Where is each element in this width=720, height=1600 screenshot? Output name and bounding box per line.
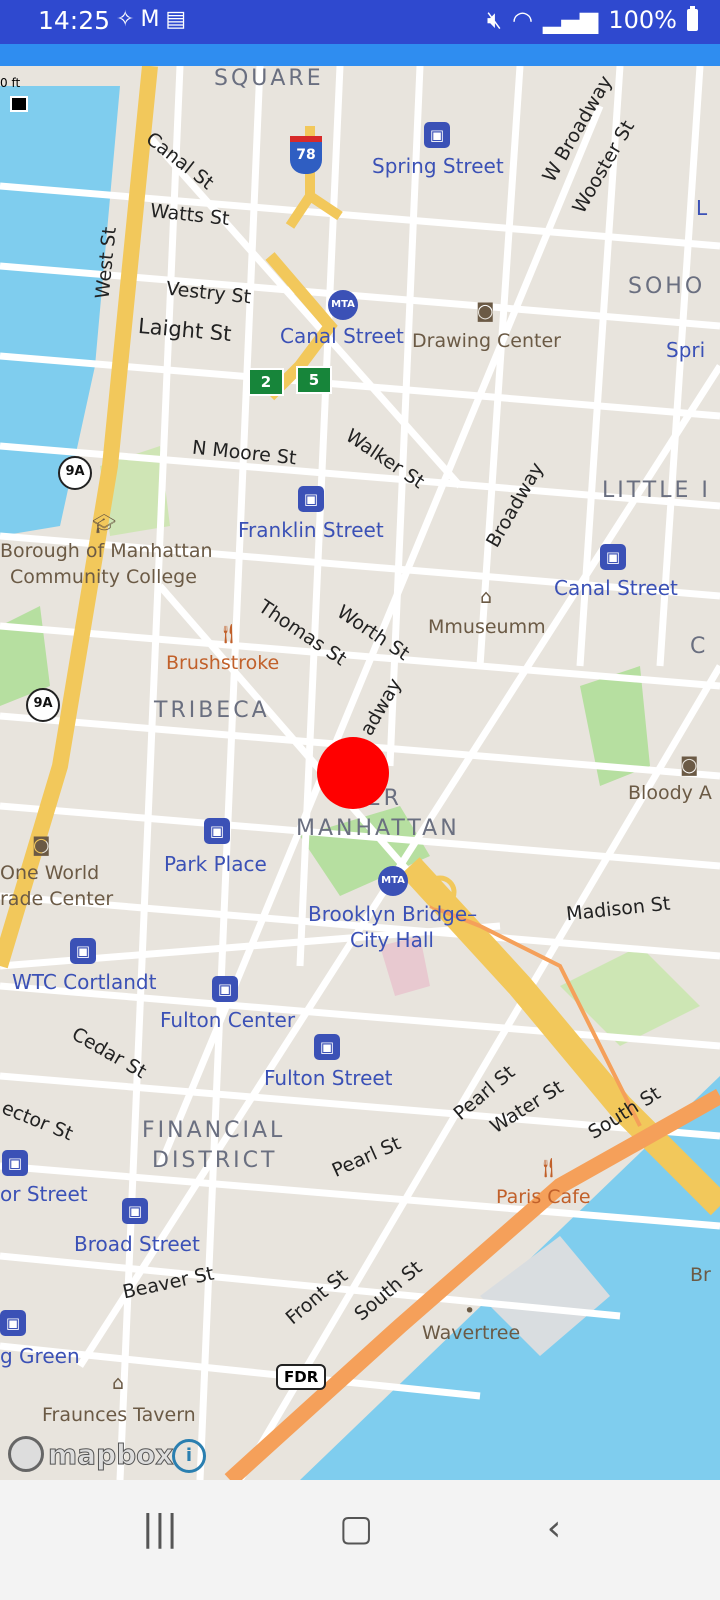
- station-label[interactable]: Broad Street: [74, 1232, 200, 1256]
- district-label: LITTLE I: [602, 478, 711, 503]
- attribution-info-button[interactable]: i: [172, 1439, 206, 1473]
- poi-label[interactable]: Mmuseumm: [428, 616, 546, 638]
- station-label[interactable]: City Hall: [350, 928, 434, 952]
- mta-icon[interactable]: MTA: [378, 866, 408, 896]
- school-icon: 🎓︎: [92, 513, 117, 535]
- status-right: 🔇︎ ◠ ▂▄▆ 100%: [487, 6, 698, 34]
- navigation-bar: ||| ▢ ‹: [0, 1480, 720, 1600]
- poi-label[interactable]: Fraunces Tavern: [42, 1404, 196, 1426]
- fdr-badge: FDR: [276, 1364, 327, 1390]
- museum-icon: ⌂: [112, 1372, 125, 1394]
- mute-icon: 🔇︎: [486, 6, 503, 34]
- scale-bar: [10, 96, 28, 112]
- subway-icon[interactable]: ▣: [314, 1034, 340, 1060]
- poi-label[interactable]: Bloody A: [628, 782, 712, 804]
- route-9a-badge: 9A: [26, 688, 60, 722]
- subway-icon[interactable]: ▣: [298, 486, 324, 512]
- subway-icon[interactable]: ▣: [2, 1150, 28, 1176]
- poi-label[interactable]: rade Center: [0, 888, 113, 910]
- station-label[interactable]: Canal Street: [554, 576, 678, 600]
- poi-label[interactable]: Br: [690, 1264, 711, 1286]
- edge-label: L: [696, 196, 708, 220]
- museum-icon: ⌂: [480, 586, 493, 608]
- camera-icon: ◙: [476, 300, 495, 322]
- message-icon: ▤: [165, 7, 193, 32]
- subway-icon[interactable]: ▣: [204, 818, 230, 844]
- location-marker[interactable]: [317, 737, 389, 809]
- station-label[interactable]: Fulton Street: [264, 1066, 393, 1090]
- status-time: 14:25: [38, 6, 111, 35]
- poi-label[interactable]: Wavertree: [422, 1322, 520, 1344]
- mapbox-logo[interactable]: mapbox: [8, 1436, 174, 1472]
- station-label[interactable]: Fulton Center: [160, 1008, 295, 1032]
- poi-label[interactable]: One World: [0, 862, 99, 884]
- battery-level: 100%: [608, 6, 677, 34]
- recent-apps-button[interactable]: |||: [130, 1508, 190, 1549]
- back-button[interactable]: ‹: [524, 1508, 584, 1549]
- station-label[interactable]: Spri: [666, 338, 705, 362]
- exit-sign: 2: [248, 368, 284, 396]
- station-label[interactable]: Park Place: [164, 852, 267, 876]
- station-label[interactable]: g Green: [0, 1344, 80, 1368]
- home-button[interactable]: ▢: [326, 1508, 386, 1549]
- subway-icon[interactable]: ▣: [424, 122, 450, 148]
- poi-label[interactable]: Borough of Manhattan: [0, 540, 213, 562]
- subway-icon[interactable]: ▣: [212, 976, 238, 1002]
- tools-icon: ✧: [116, 7, 141, 32]
- station-label[interactable]: Canal Street: [280, 324, 404, 348]
- subway-icon[interactable]: ▣: [0, 1310, 26, 1336]
- restaurant-icon: 🍴︎: [536, 1157, 561, 1179]
- exit-sign: 5: [296, 366, 332, 394]
- notification-icons: ✧M▤: [116, 7, 192, 32]
- mapbox-mark-icon: [8, 1436, 44, 1472]
- camera-icon: ◙: [32, 834, 51, 856]
- station-label[interactable]: Franklin Street: [238, 518, 384, 542]
- interstate-shield-icon: 78: [290, 136, 322, 174]
- subway-icon[interactable]: ▣: [600, 544, 626, 570]
- status-bar: 14:25 ✧M▤ 🔇︎ ◠ ▂▄▆ 100%: [0, 0, 720, 44]
- district-label: SQUARE: [214, 66, 324, 91]
- district-label: FINANCIAL: [142, 1118, 286, 1143]
- station-label[interactable]: or Street: [0, 1182, 88, 1206]
- poi-label[interactable]: Drawing Center: [412, 330, 561, 352]
- edge-label: C: [690, 634, 709, 659]
- map-view[interactable]: 0 ft SQUARE SOHO LITTLE I TRIBECA WER MA…: [0, 66, 720, 1480]
- restaurant-icon: 🍴︎: [216, 623, 241, 645]
- district-label: MANHATTAN: [296, 816, 460, 841]
- mapbox-logo-text: mapbox: [47, 1437, 174, 1471]
- district-label: DISTRICT: [152, 1148, 278, 1173]
- battery-icon: [687, 6, 698, 31]
- wifi-icon: ◠: [512, 6, 533, 34]
- mta-icon[interactable]: MTA: [328, 290, 358, 320]
- poi-dot-icon: •: [464, 1300, 476, 1322]
- poi-label[interactable]: Community College: [10, 566, 197, 588]
- camera-icon: ◙: [680, 754, 699, 776]
- gmail-icon: M: [140, 7, 166, 32]
- route-9a-badge: 9A: [58, 456, 92, 490]
- food-label[interactable]: Brushstroke: [166, 652, 279, 674]
- district-label: SOHO: [628, 274, 706, 299]
- food-label[interactable]: Paris Cafe: [496, 1186, 591, 1208]
- scale-label: 0 ft: [0, 76, 21, 90]
- subway-icon[interactable]: ▣: [70, 938, 96, 964]
- signal-icon: ▂▄▆: [543, 6, 599, 34]
- station-label[interactable]: Brooklyn Bridge–: [308, 902, 477, 926]
- subway-icon[interactable]: ▣: [122, 1198, 148, 1224]
- district-label: TRIBECA: [154, 698, 270, 723]
- station-label[interactable]: Spring Street: [372, 154, 504, 178]
- station-label[interactable]: WTC Cortlandt: [12, 970, 156, 994]
- app-bar: [0, 44, 720, 66]
